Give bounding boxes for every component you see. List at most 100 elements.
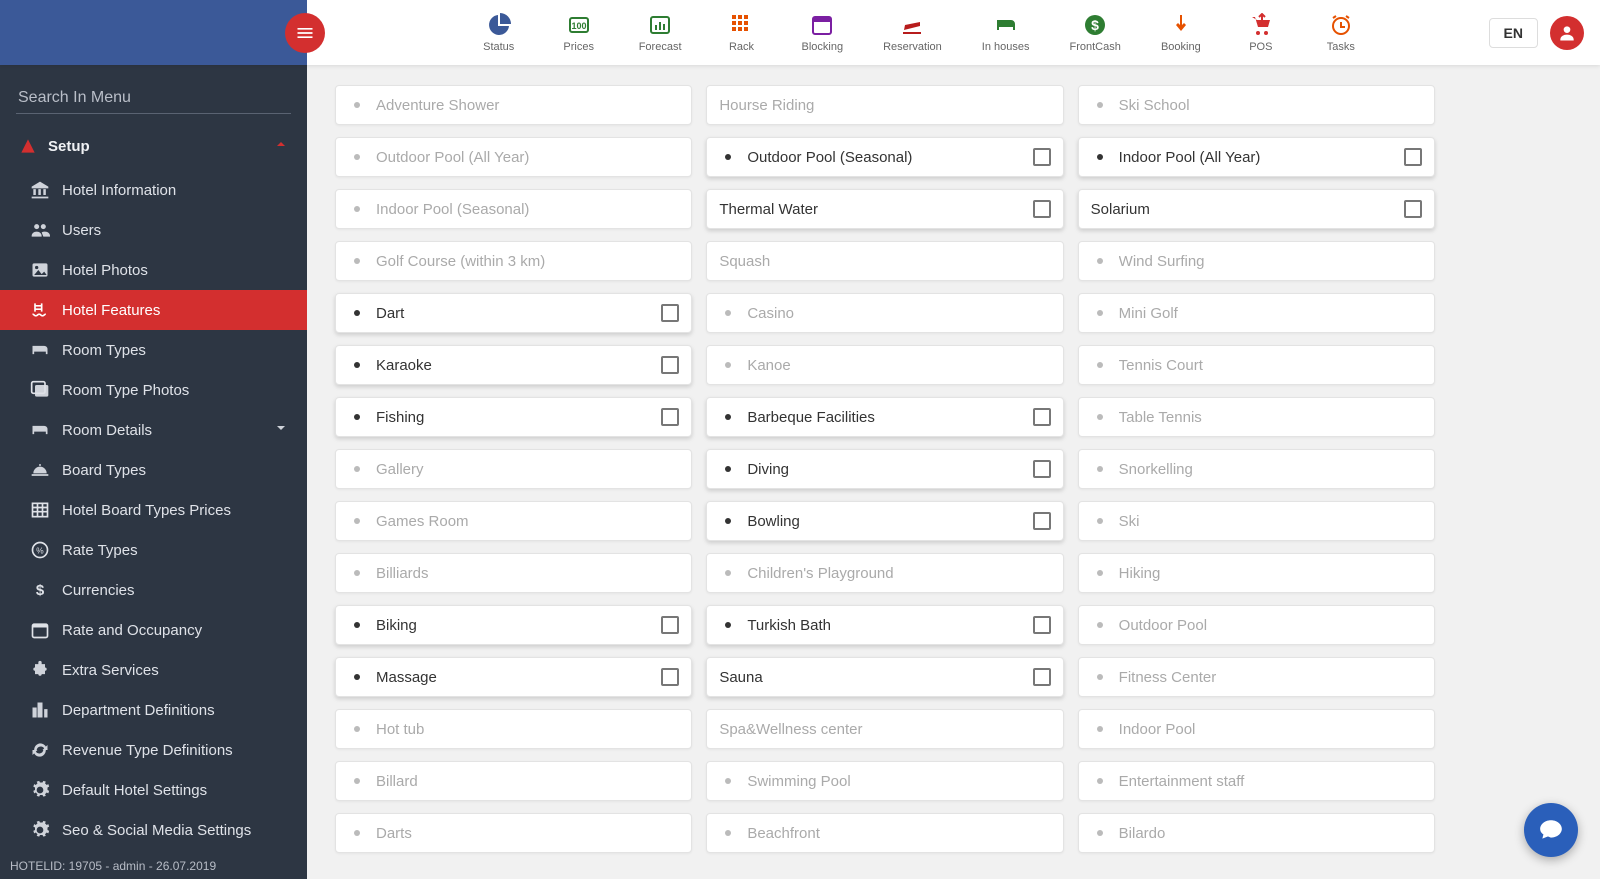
feature-label: Beachfront bbox=[747, 825, 1050, 842]
nav-item-status[interactable]: Status bbox=[479, 13, 519, 53]
sidebar-item-revenue-type-definitions[interactable]: Revenue Type Definitions bbox=[0, 730, 307, 770]
feature-card[interactable]: Thermal Water bbox=[706, 189, 1063, 229]
feature-checkbox[interactable] bbox=[1033, 460, 1051, 478]
feature-card[interactable]: Biking bbox=[335, 605, 692, 645]
sidebar-item-default-hotel-settings[interactable]: Default Hotel Settings bbox=[0, 770, 307, 810]
sidebar-item-rate-and-occupancy[interactable]: Rate and Occupancy bbox=[0, 610, 307, 650]
sidebar-item-room-details[interactable]: Room Details bbox=[0, 410, 307, 450]
sidebar-item-hotel-information[interactable]: Hotel Information bbox=[0, 170, 307, 210]
reservation-icon bbox=[900, 13, 924, 37]
feature-icon bbox=[1091, 408, 1109, 426]
nav-item-label: Rack bbox=[729, 41, 754, 53]
feature-label: Hot tub bbox=[376, 721, 679, 738]
pos-icon bbox=[1249, 13, 1273, 37]
sidebar-item-hotel-features[interactable]: Hotel Features bbox=[0, 290, 307, 330]
sidebar-item-hotel-photos[interactable]: Hotel Photos bbox=[0, 250, 307, 290]
sidebar-item-label: Rate Types bbox=[62, 542, 138, 559]
feature-card: Casino bbox=[706, 293, 1063, 333]
feature-checkbox[interactable] bbox=[661, 616, 679, 634]
nav-item-label: POS bbox=[1249, 41, 1272, 53]
feature-icon bbox=[1091, 564, 1109, 582]
sidebar-item-extra-services[interactable]: Extra Services bbox=[0, 650, 307, 690]
feature-card[interactable]: Solarium bbox=[1078, 189, 1435, 229]
feature-checkbox[interactable] bbox=[1033, 408, 1051, 426]
feature-card[interactable]: Diving bbox=[706, 449, 1063, 489]
search-input[interactable] bbox=[16, 83, 291, 114]
topbar-right: EN bbox=[1473, 0, 1600, 65]
sidebar-item-room-types[interactable]: Room Types bbox=[0, 330, 307, 370]
sidebar-footer-status: HOTELID: 19705 - admin - 26.07.2019 bbox=[10, 859, 216, 873]
feature-card[interactable]: Fishing bbox=[335, 397, 692, 437]
sidebar-item-department-definitions[interactable]: Department Definitions bbox=[0, 690, 307, 730]
nav-item-prices[interactable]: Prices bbox=[559, 13, 599, 53]
feature-icon bbox=[348, 96, 366, 114]
feature-card[interactable]: Sauna bbox=[706, 657, 1063, 697]
feature-checkbox[interactable] bbox=[1404, 200, 1422, 218]
nav-item-booking[interactable]: Booking bbox=[1161, 13, 1201, 53]
sidebar-item-label: Room Details bbox=[62, 422, 152, 439]
sidebar-item-room-type-photos[interactable]: Room Type Photos bbox=[0, 370, 307, 410]
feature-checkbox[interactable] bbox=[1033, 512, 1051, 530]
feature-card: Games Room bbox=[335, 501, 692, 541]
nav-item-pos[interactable]: POS bbox=[1241, 13, 1281, 53]
rack-icon bbox=[730, 13, 754, 37]
nav-item-tasks[interactable]: Tasks bbox=[1321, 13, 1361, 53]
feature-icon bbox=[348, 408, 366, 426]
feature-checkbox[interactable] bbox=[1404, 148, 1422, 166]
nav-item-label: Blocking bbox=[802, 41, 844, 53]
sidebar-item-hotel-board-types-prices[interactable]: Hotel Board Types Prices bbox=[0, 490, 307, 530]
sidebar-item-rate-types[interactable]: Rate Types bbox=[0, 530, 307, 570]
chevron-down-icon bbox=[273, 420, 289, 440]
nav-item-forecast[interactable]: Forecast bbox=[639, 13, 682, 53]
hotel-features-icon bbox=[30, 300, 50, 320]
feature-checkbox[interactable] bbox=[1033, 148, 1051, 166]
feature-checkbox[interactable] bbox=[1033, 668, 1051, 686]
feature-card[interactable]: Barbeque Facilities bbox=[706, 397, 1063, 437]
feature-icon bbox=[1091, 668, 1109, 686]
feature-icon bbox=[1091, 252, 1109, 270]
feature-card: Ski bbox=[1078, 501, 1435, 541]
sidebar-item-currencies[interactable]: Currencies bbox=[0, 570, 307, 610]
feature-label: Entertainment staff bbox=[1119, 773, 1422, 790]
feature-checkbox[interactable] bbox=[661, 304, 679, 322]
sidebar-item-label: Rate and Occupancy bbox=[62, 622, 202, 639]
feature-checkbox[interactable] bbox=[1033, 200, 1051, 218]
feature-checkbox[interactable] bbox=[661, 668, 679, 686]
feature-card: Wind Surfing bbox=[1078, 241, 1435, 281]
nav-item-inhouses[interactable]: In houses bbox=[982, 13, 1030, 53]
feature-card[interactable]: Outdoor Pool (Seasonal) bbox=[706, 137, 1063, 177]
hotel-photos-icon bbox=[30, 260, 50, 280]
feature-card: Fitness Center bbox=[1078, 657, 1435, 697]
chat-fab[interactable] bbox=[1524, 803, 1578, 857]
feature-card[interactable]: Turkish Bath bbox=[706, 605, 1063, 645]
feature-checkbox[interactable] bbox=[661, 356, 679, 374]
feature-card[interactable]: Dart bbox=[335, 293, 692, 333]
feature-label: Karaoke bbox=[376, 357, 651, 374]
language-button[interactable]: EN bbox=[1489, 18, 1538, 48]
sidebar-item-label: Hotel Board Types Prices bbox=[62, 502, 231, 519]
feature-label: Diving bbox=[747, 461, 1022, 478]
feature-icon bbox=[348, 824, 366, 842]
profile-avatar-button[interactable] bbox=[1550, 16, 1584, 50]
nav-item-frontcash[interactable]: FrontCash bbox=[1069, 13, 1120, 53]
feature-icon bbox=[719, 772, 737, 790]
hamburger-button[interactable] bbox=[285, 13, 325, 53]
nav-item-blocking[interactable]: Blocking bbox=[802, 13, 844, 53]
sidebar-section-setup[interactable]: Setup bbox=[0, 122, 307, 170]
default-hotel-settings-icon bbox=[30, 780, 50, 800]
feature-checkbox[interactable] bbox=[661, 408, 679, 426]
nav-item-label: FrontCash bbox=[1069, 41, 1120, 53]
feature-card[interactable]: Massage bbox=[335, 657, 692, 697]
sidebar-item-board-types[interactable]: Board Types bbox=[0, 450, 307, 490]
feature-card[interactable]: Karaoke bbox=[335, 345, 692, 385]
feature-card[interactable]: Bowling bbox=[706, 501, 1063, 541]
feature-icon bbox=[1091, 304, 1109, 322]
feature-label: Children's Playground bbox=[747, 565, 1050, 582]
sidebar-item-seo-social[interactable]: Seo & Social Media Settings bbox=[0, 810, 307, 850]
feature-label: Ski bbox=[1119, 513, 1422, 530]
sidebar-item-users[interactable]: Users bbox=[0, 210, 307, 250]
feature-card[interactable]: Indoor Pool (All Year) bbox=[1078, 137, 1435, 177]
nav-item-rack[interactable]: Rack bbox=[722, 13, 762, 53]
feature-checkbox[interactable] bbox=[1033, 616, 1051, 634]
nav-item-reservation[interactable]: Reservation bbox=[883, 13, 942, 53]
